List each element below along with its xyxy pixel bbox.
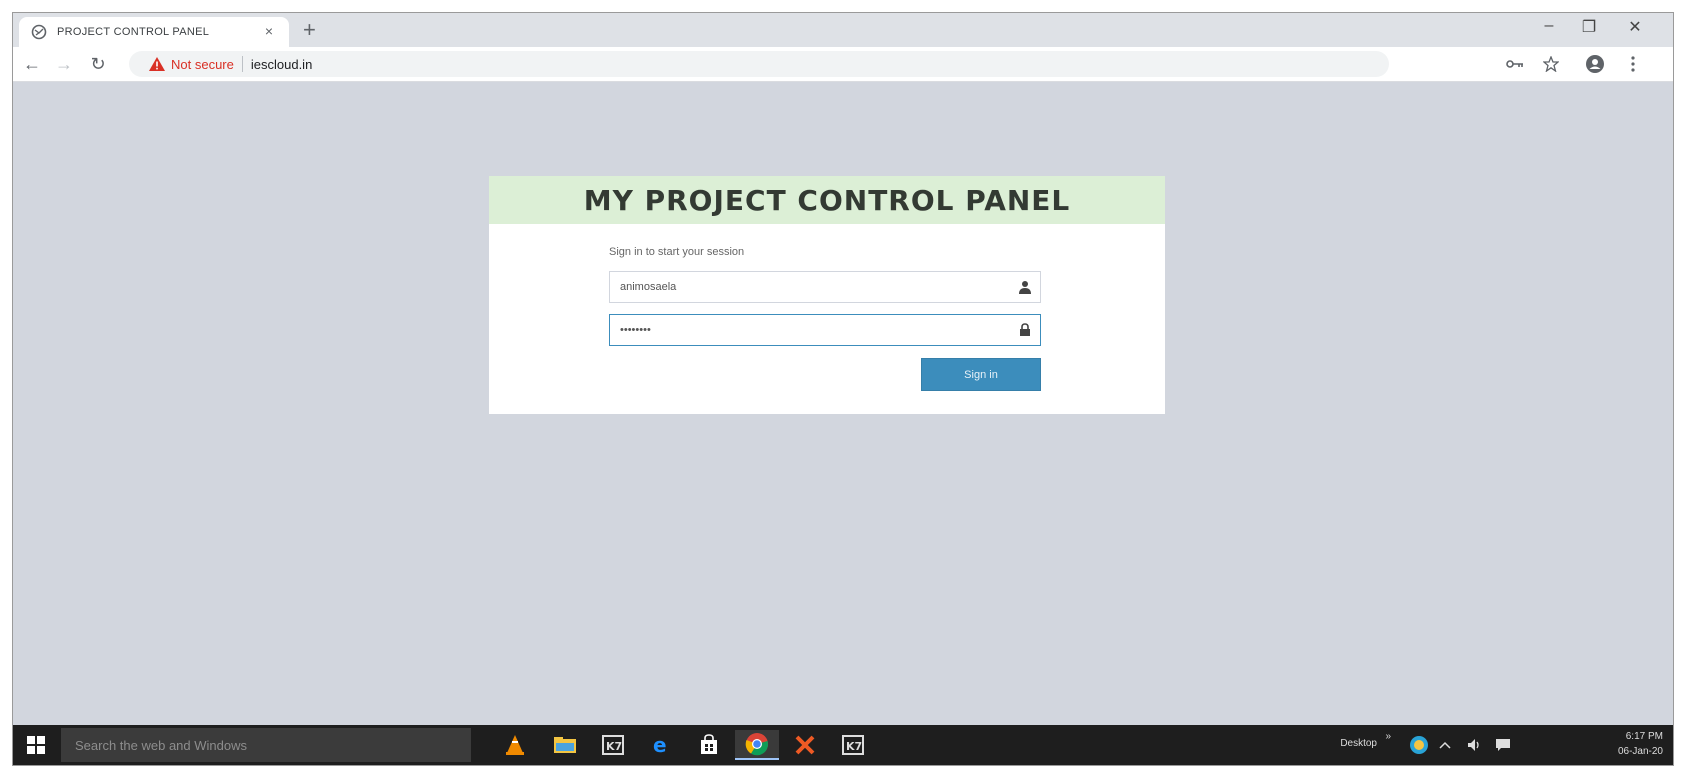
- svg-text:K7: K7: [606, 740, 622, 753]
- user-icon: [1018, 280, 1032, 294]
- warning-icon[interactable]: [149, 57, 165, 71]
- taskbar-search-input[interactable]: [61, 736, 457, 754]
- edge-icon[interactable]: e: [639, 730, 683, 760]
- file-explorer-icon[interactable]: [543, 730, 587, 760]
- password-field[interactable]: [609, 314, 1041, 346]
- star-icon[interactable]: [1541, 54, 1561, 74]
- page-content: MY PROJECT CONTROL PANEL Sign in to star…: [13, 82, 1673, 687]
- login-message: Sign in to start your session: [609, 246, 745, 258]
- svg-text:K7: K7: [846, 740, 862, 753]
- svg-text:e: e: [653, 734, 667, 756]
- notification-icon[interactable]: [1493, 735, 1513, 755]
- username-input[interactable]: [610, 272, 1010, 302]
- windows-start-icon[interactable]: [27, 736, 45, 754]
- page-title: MY PROJECT CONTROL PANEL: [583, 183, 1071, 217]
- k7-icon[interactable]: K7: [591, 730, 635, 760]
- show-hidden-icons-icon[interactable]: [1435, 735, 1455, 755]
- help-icon[interactable]: [1409, 735, 1429, 755]
- taskbar-search[interactable]: [61, 728, 471, 762]
- windows-taskbar: K7 e K7 Desktop » 6:17 P: [13, 725, 1673, 765]
- sign-in-button[interactable]: Sign in: [921, 358, 1041, 391]
- desktop-toolbar-label[interactable]: Desktop: [1340, 738, 1377, 749]
- url-text[interactable]: iescloud.in: [251, 57, 312, 72]
- username-field[interactable]: [609, 271, 1041, 303]
- lock-icon: [1018, 323, 1032, 337]
- volume-icon[interactable]: [1465, 735, 1485, 755]
- address-bar[interactable]: Not secure iescloud.in: [129, 51, 1389, 77]
- login-box: MY PROJECT CONTROL PANEL Sign in to star…: [489, 176, 1165, 414]
- chrome-icon[interactable]: [735, 730, 779, 760]
- profile-icon[interactable]: [1585, 54, 1605, 74]
- tab-title: PROJECT CONTROL PANEL: [57, 26, 210, 38]
- clock-date: 06-Jan-20: [1617, 746, 1663, 757]
- close-app-icon[interactable]: [783, 730, 827, 760]
- toolbar-chevron-icon[interactable]: »: [1385, 731, 1391, 742]
- clock-time: 6:17 PM: [1625, 731, 1663, 742]
- password-input[interactable]: [610, 315, 1010, 345]
- store-icon[interactable]: [687, 730, 731, 760]
- key-icon[interactable]: [1505, 54, 1525, 74]
- url-divider: [241, 56, 243, 72]
- menu-icon[interactable]: [1623, 54, 1643, 74]
- maximize-button[interactable]: ❐: [1575, 17, 1603, 37]
- browser-tab-strip: PROJECT CONTROL PANEL × + – ❐ ✕: [13, 13, 1673, 47]
- window-close-button[interactable]: ✕: [1621, 17, 1649, 37]
- vlc-icon[interactable]: [493, 730, 537, 760]
- taskbar-clock[interactable]: 6:17 PM 06-Jan-20: [1618, 729, 1663, 759]
- login-header: MY PROJECT CONTROL PANEL: [489, 176, 1165, 224]
- browser-tab[interactable]: PROJECT CONTROL PANEL ×: [19, 17, 289, 47]
- new-tab-button[interactable]: +: [303, 18, 316, 42]
- tab-close-icon[interactable]: ×: [265, 23, 273, 39]
- browser-toolbar: ← → ↻ Not secure iescloud.in: [13, 47, 1673, 82]
- minimize-button[interactable]: –: [1535, 17, 1563, 35]
- security-status[interactable]: Not secure: [171, 57, 234, 72]
- forward-button[interactable]: →: [53, 53, 75, 75]
- screen-frame: PROJECT CONTROL PANEL × + – ❐ ✕ ← → ↻ No…: [12, 12, 1674, 766]
- reload-button[interactable]: ↻: [87, 53, 109, 75]
- back-button[interactable]: ←: [21, 53, 43, 75]
- globe-icon: [31, 24, 47, 40]
- k7-icon[interactable]: K7: [831, 730, 875, 760]
